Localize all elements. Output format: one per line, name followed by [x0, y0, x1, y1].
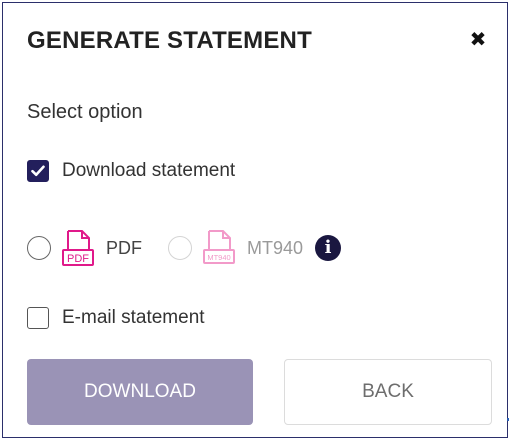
mt940-radio[interactable]: [168, 236, 192, 260]
pdf-radio[interactable]: [27, 236, 51, 260]
pdf-file-icon: PDF: [62, 230, 94, 266]
download-statement-option[interactable]: Download statement: [27, 160, 235, 182]
format-options: PDF PDF MT940 MT940 i: [27, 229, 342, 267]
pdf-label: PDF: [106, 237, 142, 258]
generate-statement-dialog: GENERATE STATEMENT ✖ Select option Downl…: [2, 2, 508, 438]
info-icon[interactable]: i: [315, 235, 342, 261]
dialog-title: GENERATE STATEMENT: [27, 27, 312, 54]
mt940-icon-text: MT940: [207, 253, 230, 262]
close-icon[interactable]: ✖: [469, 30, 487, 50]
mt940-label: MT940: [247, 237, 304, 258]
email-statement-option[interactable]: E-mail statement: [27, 307, 205, 329]
download-statement-checkbox[interactable]: [27, 160, 49, 182]
email-statement-checkbox[interactable]: [27, 307, 49, 329]
edge-marker: [507, 418, 509, 421]
select-option-label: Select option: [27, 101, 143, 123]
checkmark-icon: [31, 165, 45, 177]
download-button[interactable]: DOWNLOAD: [27, 359, 253, 425]
pdf-icon-text: PDF: [67, 253, 89, 265]
download-statement-label: Download statement: [62, 160, 236, 181]
mt940-file-icon: MT940: [203, 230, 235, 264]
email-statement-label: E-mail statement: [62, 307, 205, 328]
back-button[interactable]: BACK: [284, 359, 492, 425]
